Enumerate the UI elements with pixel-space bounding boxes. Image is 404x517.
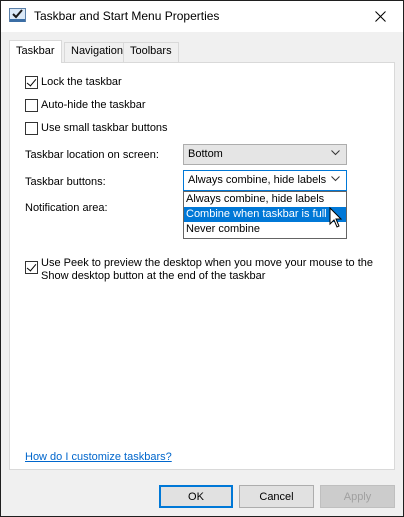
small-buttons-checkbox[interactable]	[25, 122, 38, 135]
window-title: Taskbar and Start Menu Properties	[34, 9, 220, 23]
small-buttons-option[interactable]: Use small taskbar buttons	[25, 122, 168, 135]
help-link[interactable]: How do I customize taskbars?	[25, 451, 172, 463]
auto-hide-checkbox[interactable]	[25, 99, 38, 112]
auto-hide-option[interactable]: Auto-hide the taskbar	[25, 99, 146, 112]
close-button[interactable]	[357, 1, 403, 32]
notification-label: Notification area:	[25, 202, 108, 214]
buttons-select[interactable]: Always combine, hide labels	[183, 170, 347, 191]
tab-taskbar[interactable]: Taskbar	[9, 40, 62, 63]
dropdown-option[interactable]: Never combine	[184, 222, 346, 237]
mouse-cursor-icon	[329, 207, 343, 228]
close-icon	[374, 11, 386, 22]
properties-window: Taskbar and Start Menu Properties Taskba…	[0, 0, 404, 517]
dropdown-option[interactable]: Always combine, hide labels	[184, 192, 346, 207]
peek-option[interactable]	[25, 257, 38, 274]
title-bar[interactable]: Taskbar and Start Menu Properties	[1, 1, 403, 32]
location-value: Bottom	[188, 148, 223, 160]
cancel-button[interactable]: Cancel	[239, 485, 314, 508]
apply-button: Apply	[320, 485, 395, 508]
auto-hide-label: Auto-hide the taskbar	[41, 99, 146, 111]
peek-label: Use Peek to preview the desktop when you…	[41, 257, 374, 282]
lock-taskbar-checkbox[interactable]	[25, 76, 38, 89]
chevron-down-icon	[331, 176, 340, 182]
taskbar-tab-panel: Lock the taskbar Auto-hide the taskbar U…	[9, 62, 395, 470]
lock-taskbar-option[interactable]: Lock the taskbar	[25, 76, 122, 89]
peek-checkbox[interactable]	[25, 261, 38, 274]
tab-navigation[interactable]: Navigation	[64, 42, 130, 62]
buttons-label: Taskbar buttons:	[25, 176, 106, 188]
lock-taskbar-label: Lock the taskbar	[41, 76, 122, 88]
buttons-value: Always combine, hide labels	[188, 174, 327, 186]
tab-toolbars[interactable]: Toolbars	[123, 42, 179, 62]
small-buttons-label: Use small taskbar buttons	[41, 122, 168, 134]
ok-button[interactable]: OK	[159, 485, 233, 508]
dropdown-option-highlighted[interactable]: Combine when taskbar is full	[184, 207, 346, 222]
location-select[interactable]: Bottom	[183, 144, 347, 165]
taskbar-properties-icon	[9, 8, 26, 22]
chevron-down-icon	[331, 150, 340, 156]
buttons-dropdown-list: Always combine, hide labels Combine when…	[183, 191, 347, 239]
location-label: Taskbar location on screen:	[25, 149, 159, 161]
